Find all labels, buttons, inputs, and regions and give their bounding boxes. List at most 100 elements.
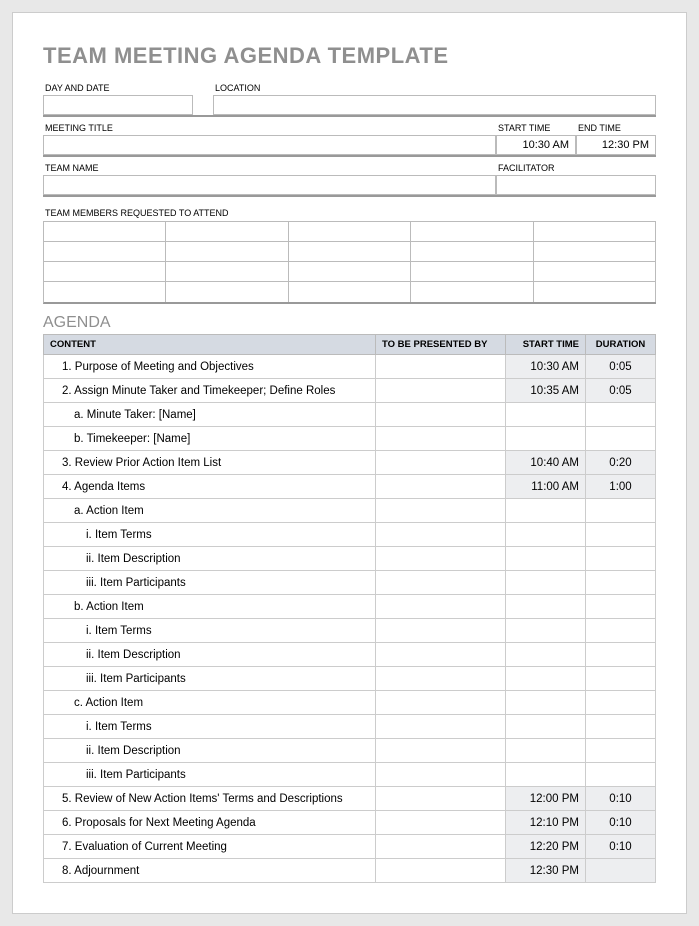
agenda-content: 8. Adjournment [44,859,376,883]
agenda-presented[interactable] [376,643,506,667]
agenda-content: b. Timekeeper: [Name] [44,427,376,451]
agenda-row: 5. Review of New Action Items' Terms and… [44,787,656,811]
member-cell[interactable] [534,262,656,282]
agenda-presented[interactable] [376,595,506,619]
agenda-start [506,427,586,451]
member-cell[interactable] [166,262,288,282]
member-cell[interactable] [411,222,533,242]
label-team-name: TEAM NAME [43,163,496,173]
agenda-presented[interactable] [376,547,506,571]
agenda-row: i. Item Terms [44,523,656,547]
input-day-date[interactable] [43,95,193,115]
agenda-presented[interactable] [376,835,506,859]
agenda-duration [586,691,656,715]
agenda-start [506,643,586,667]
agenda-presented[interactable] [376,691,506,715]
members-grid [43,221,656,304]
agenda-presented[interactable] [376,763,506,787]
agenda-content: 7. Evaluation of Current Meeting [44,835,376,859]
agenda-duration: 1:00 [586,475,656,499]
agenda-presented[interactable] [376,499,506,523]
member-cell[interactable] [166,282,288,302]
label-end-time: END TIME [576,123,656,133]
member-cell[interactable] [44,262,166,282]
agenda-presented[interactable] [376,403,506,427]
agenda-content: iii. Item Participants [44,763,376,787]
input-end-time[interactable] [576,135,656,155]
input-start-time[interactable] [496,135,576,155]
row-day-location: DAY AND DATE LOCATION [43,83,656,117]
agenda-presented[interactable] [376,571,506,595]
agenda-start [506,595,586,619]
agenda-content: ii. Item Description [44,739,376,763]
agenda-duration: 0:20 [586,451,656,475]
agenda-content: 6. Proposals for Next Meeting Agenda [44,811,376,835]
member-cell[interactable] [534,282,656,302]
input-team-name[interactable] [43,175,496,195]
agenda-presented[interactable] [376,787,506,811]
agenda-duration [586,427,656,451]
agenda-content: iii. Item Participants [44,571,376,595]
agenda-start: 10:40 AM [506,451,586,475]
member-cell[interactable] [289,222,411,242]
agenda-presented[interactable] [376,451,506,475]
page: TEAM MEETING AGENDA TEMPLATE DAY AND DAT… [12,12,687,914]
member-cell[interactable] [534,242,656,262]
member-cell[interactable] [411,242,533,262]
agenda-content: 2. Assign Minute Taker and Timekeeper; D… [44,379,376,403]
agenda-row: ii. Item Description [44,643,656,667]
input-location[interactable] [213,95,656,115]
agenda-presented[interactable] [376,859,506,883]
input-meeting-title[interactable] [43,135,496,155]
agenda-start [506,715,586,739]
agenda-presented[interactable] [376,355,506,379]
agenda-content: a. Minute Taker: [Name] [44,403,376,427]
members-block: TEAM MEMBERS REQUESTED TO ATTEND [43,203,656,304]
member-cell[interactable] [534,222,656,242]
member-cell[interactable] [166,242,288,262]
header-presented: TO BE PRESENTED BY [376,335,506,355]
agenda-row: ii. Item Description [44,739,656,763]
agenda-content: ii. Item Description [44,643,376,667]
agenda-presented[interactable] [376,715,506,739]
row-meeting-title: MEETING TITLE START TIME END TIME [43,123,656,157]
member-cell[interactable] [289,242,411,262]
agenda-content: b. Action Item [44,595,376,619]
agenda-presented[interactable] [376,379,506,403]
agenda-start [506,691,586,715]
member-cell[interactable] [44,222,166,242]
member-cell[interactable] [289,262,411,282]
agenda-duration: 0:05 [586,355,656,379]
agenda-start: 12:10 PM [506,811,586,835]
member-cell[interactable] [44,282,166,302]
member-cell[interactable] [411,282,533,302]
agenda-start [506,571,586,595]
agenda-presented[interactable] [376,619,506,643]
agenda-content: 1. Purpose of Meeting and Objectives [44,355,376,379]
agenda-presented[interactable] [376,739,506,763]
agenda-presented[interactable] [376,475,506,499]
agenda-duration [586,595,656,619]
agenda-content: a. Action Item [44,499,376,523]
agenda-duration: 0:10 [586,835,656,859]
member-cell[interactable] [289,282,411,302]
agenda-duration [586,619,656,643]
agenda-start: 11:00 AM [506,475,586,499]
member-cell[interactable] [44,242,166,262]
member-cell[interactable] [411,262,533,282]
field-facilitator: FACILITATOR [496,163,656,195]
agenda-duration: 0:05 [586,379,656,403]
agenda-presented[interactable] [376,523,506,547]
agenda-row: 8. Adjournment12:30 PM [44,859,656,883]
agenda-presented[interactable] [376,427,506,451]
agenda-presented[interactable] [376,811,506,835]
member-cell[interactable] [166,222,288,242]
agenda-header-row: CONTENT TO BE PRESENTED BY START TIME DU… [44,335,656,355]
input-facilitator[interactable] [496,175,656,195]
agenda-content: 3. Review Prior Action Item List [44,451,376,475]
agenda-duration [586,403,656,427]
agenda-start [506,739,586,763]
agenda-start [506,499,586,523]
agenda-presented[interactable] [376,667,506,691]
agenda-row: 6. Proposals for Next Meeting Agenda 12:1… [44,811,656,835]
